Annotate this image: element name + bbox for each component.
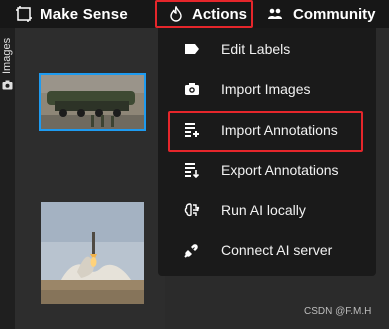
menu-item-connect-ai-server[interactable]: Connect AI server [158, 230, 376, 270]
community-menu-button[interactable]: Community [268, 0, 376, 28]
actions-dropdown-menu: Edit Labels Import Images Import Annotat… [158, 28, 376, 276]
menu-item-label: Connect AI server [221, 242, 333, 258]
import-annotations-icon [185, 123, 199, 137]
menu-item-label: Edit Labels [221, 41, 291, 57]
export-annotations-icon [185, 163, 200, 178]
logo-icon [16, 6, 32, 22]
plug-icon [184, 244, 198, 258]
label-tag-icon [185, 44, 199, 54]
community-menu-label: Community [293, 5, 376, 23]
images-tab-label: Images [1, 38, 13, 75]
camera-icon [2, 80, 13, 90]
menu-item-label: Import Images [221, 81, 311, 97]
selected-thumbnail-frame [39, 73, 146, 131]
brand[interactable]: Make Sense [16, 4, 128, 24]
menu-item-label: Run AI locally [221, 202, 306, 218]
menu-item-label: Export Annotations [221, 162, 339, 178]
flame-icon [170, 6, 182, 22]
actions-menu-button[interactable]: Actions [155, 0, 253, 28]
brand-name: Make Sense [40, 5, 128, 23]
brain-icon [184, 203, 200, 217]
menu-item-edit-labels[interactable]: Edit Labels [158, 29, 376, 69]
people-icon [268, 8, 282, 19]
actions-menu-label: Actions [192, 5, 248, 23]
menu-item-import-annotations[interactable]: Import Annotations [158, 110, 376, 150]
camera-icon [185, 83, 199, 95]
menu-item-import-images[interactable]: Import Images [158, 69, 376, 109]
menu-item-run-ai-locally[interactable]: Run AI locally [158, 190, 376, 230]
images-side-tab[interactable]: Images [0, 36, 15, 106]
menu-item-label: Import Annotations [221, 122, 338, 138]
top-navigation-bar: Make Sense Actions Community [0, 0, 389, 28]
menu-item-export-annotations[interactable]: Export Annotations [158, 150, 376, 190]
watermark: CSDN @F.M.H [304, 306, 372, 317]
image-thumbnail[interactable] [41, 202, 144, 304]
